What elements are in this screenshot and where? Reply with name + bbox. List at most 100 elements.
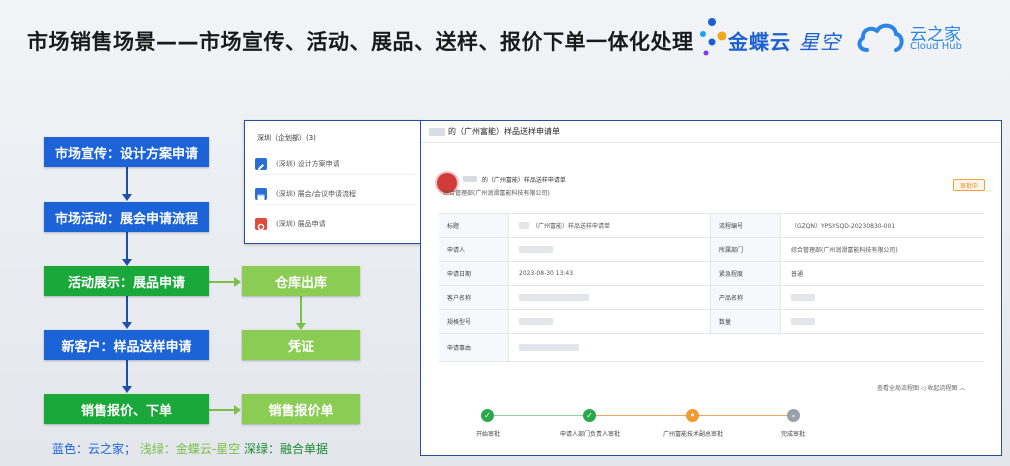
field-product-name[interactable] bbox=[781, 286, 983, 309]
field-label: 客户名称 bbox=[439, 286, 509, 309]
legend-light-green: 浅绿：金蝶云-星空 bbox=[139, 442, 241, 456]
flow-arrow bbox=[122, 322, 132, 329]
step-done-icon: ✓ bbox=[481, 409, 494, 422]
process-list-popup: 深圳（企划部）(3) (深圳) 设计方案申请 (深圳) 展会/会议申请流程 (深… bbox=[244, 120, 422, 244]
field-label: 流程编号 bbox=[711, 214, 781, 237]
field-quantity[interactable] bbox=[781, 310, 983, 333]
progress-line bbox=[494, 415, 589, 416]
flow-connector bbox=[126, 167, 128, 195]
edit-icon bbox=[255, 157, 267, 170]
table-row: 客户名称 产品名称 bbox=[439, 286, 984, 310]
popup-item-label: (深圳) 展会/会议申请流程 bbox=[276, 189, 357, 198]
redacted-value bbox=[791, 294, 815, 301]
redacted-name bbox=[463, 176, 477, 182]
flow-arrow-side bbox=[296, 323, 306, 330]
step-label-dept-head: 申请人部门负责人审批 bbox=[559, 431, 621, 438]
table-row: 申请人 所属部门 综合管理部(广州润滑富能科技有限公司) bbox=[439, 238, 984, 262]
applicant-title-text: 的（广州富能）样品送样申请单 bbox=[481, 177, 566, 184]
cloudhub-en: Cloud Hub bbox=[910, 41, 962, 52]
step-pending-icon: – bbox=[787, 409, 800, 422]
legend-dark-green: 深绿：融合单据 bbox=[244, 442, 329, 456]
flow-step-design-request[interactable]: 市场宣传：设计方案申请 bbox=[44, 137, 209, 167]
popup-item-label: (深圳) 展品申请 bbox=[276, 220, 326, 228]
redacted-value bbox=[519, 294, 589, 301]
flow-connector bbox=[126, 232, 128, 260]
flow-arrow-side bbox=[234, 277, 241, 287]
step-label-finish: 完成审批 bbox=[780, 431, 806, 438]
field-process-number[interactable]: （GZQN）YPSYSQD-20230830-001 bbox=[781, 214, 983, 237]
step-marker: – bbox=[791, 411, 796, 420]
field-label: 产品名称 bbox=[711, 286, 781, 309]
table-row: 申请事由 bbox=[439, 334, 984, 362]
flow-step-exhibit-request[interactable]: 活动展示：展品申请 bbox=[44, 266, 209, 296]
popup-title: 深圳（企划部）(3) bbox=[257, 134, 316, 142]
field-label: 紧急程度 bbox=[711, 262, 781, 285]
step-label-vp: 广州富能技术副总审批 bbox=[662, 431, 724, 438]
calendar-icon bbox=[255, 187, 267, 200]
field-apply-date[interactable]: 2023-08-30 13:43 bbox=[509, 262, 711, 285]
table-row: 申请日期 2023-08-30 13:43 紧急程度 普通 bbox=[439, 262, 984, 286]
legend-blue: 蓝色：云之家； bbox=[52, 442, 137, 456]
popup-item-design[interactable]: (深圳) 设计方案申请 bbox=[255, 153, 415, 175]
kingdee-name-bold: 金蝶云 bbox=[728, 30, 791, 54]
field-label: 申请人 bbox=[439, 238, 509, 261]
flow-arrow bbox=[122, 194, 132, 201]
field-value: （广州富能）样品送样申请单 bbox=[532, 223, 611, 230]
applicant-department: 综合管理部(广州润滑富能科技有限公司) bbox=[443, 190, 550, 197]
popup-item-exhibition[interactable]: (深圳) 展会/会议申请流程 bbox=[255, 183, 415, 205]
field-label: 数量 bbox=[711, 310, 781, 333]
field-customer-name[interactable] bbox=[509, 286, 711, 309]
cloudhub-logo: 云之家 Cloud Hub bbox=[855, 18, 985, 58]
flow-arrow bbox=[122, 386, 132, 393]
flow-connector bbox=[126, 296, 128, 323]
flow-step-exhibition-request[interactable]: 市场活动：展会申请流程 bbox=[44, 202, 209, 232]
progress-line bbox=[596, 415, 686, 416]
kingdee-logo: 金蝶云 星空 bbox=[696, 16, 866, 60]
field-urgency[interactable]: 普通 bbox=[781, 262, 983, 285]
table-row: 规格型号 数量 bbox=[439, 310, 984, 334]
field-label: 所属部门 bbox=[711, 238, 781, 261]
flow-connector-side bbox=[300, 296, 302, 324]
step-current-icon: • bbox=[686, 409, 699, 422]
flow-step-sample-request[interactable]: 新客户：样品送样申请 bbox=[44, 330, 209, 360]
flow-step-voucher[interactable]: 凭证 bbox=[242, 330, 360, 360]
redacted-value bbox=[519, 222, 529, 229]
flow-connector-side bbox=[209, 409, 235, 411]
form-title-text: 的（广州富能）样品送样申请单 bbox=[448, 127, 560, 136]
field-label: 申请日期 bbox=[439, 262, 509, 285]
flow-step-warehouse-out[interactable]: 仓库出库 bbox=[242, 266, 360, 296]
field-reason[interactable] bbox=[509, 334, 984, 361]
flow-arrow bbox=[122, 259, 132, 266]
form-fields-table: 标题 （广州富能）样品送样申请单 流程编号 （GZQN）YPSYSQD-2023… bbox=[439, 213, 984, 362]
kingdee-name: 金蝶云 星空 bbox=[728, 26, 841, 55]
redacted-value bbox=[519, 246, 553, 253]
redacted-value bbox=[519, 318, 553, 325]
kingdee-dots-icon bbox=[700, 18, 726, 56]
box-icon bbox=[255, 218, 267, 231]
flowchart-toggle-links[interactable]: 查看全局流程图 ◁ 收起流程图 ︿ bbox=[877, 383, 965, 392]
flow-step-sales-quote[interactable]: 销售报价单 bbox=[242, 394, 360, 424]
step-marker: • bbox=[689, 411, 696, 420]
step-done-icon: ✓ bbox=[583, 409, 596, 422]
field-applicant[interactable] bbox=[509, 238, 711, 261]
field-department[interactable]: 综合管理部(广州润滑富能科技有限公司) bbox=[781, 238, 983, 261]
flow-connector bbox=[126, 360, 128, 387]
color-legend: 蓝色：云之家； 浅绿：金蝶云-星空 深绿：融合单据 bbox=[52, 440, 328, 457]
field-label: 标题 bbox=[439, 214, 509, 237]
status-badge: 审批中 bbox=[953, 179, 985, 191]
field-spec-model[interactable] bbox=[509, 310, 711, 333]
step-label-start: 开始审批 bbox=[475, 431, 501, 438]
field-label: 规格型号 bbox=[439, 310, 509, 333]
field-label: 申请事由 bbox=[439, 334, 509, 361]
table-row: 标题 （广州富能）样品送样申请单 流程编号 （GZQN）YPSYSQD-2023… bbox=[439, 214, 984, 238]
flow-step-sales-quote-order[interactable]: 销售报价、下单 bbox=[44, 394, 209, 424]
flow-connector-side bbox=[209, 281, 235, 283]
page-title: 市场销售场景——市场宣传、活动、展品、送样、报价下单一体化处理 bbox=[27, 30, 694, 54]
flow-arrow-side bbox=[234, 405, 241, 415]
popup-item-exhibit[interactable]: (深圳) 展品申请 bbox=[255, 213, 415, 235]
field-title[interactable]: （广州富能）样品送样申请单 bbox=[509, 214, 711, 237]
progress-line bbox=[699, 415, 787, 416]
applicant-title: 的（广州富能）样品送样申请单 bbox=[463, 175, 566, 184]
step-marker: ✓ bbox=[484, 411, 491, 420]
redacted-value bbox=[519, 344, 579, 351]
